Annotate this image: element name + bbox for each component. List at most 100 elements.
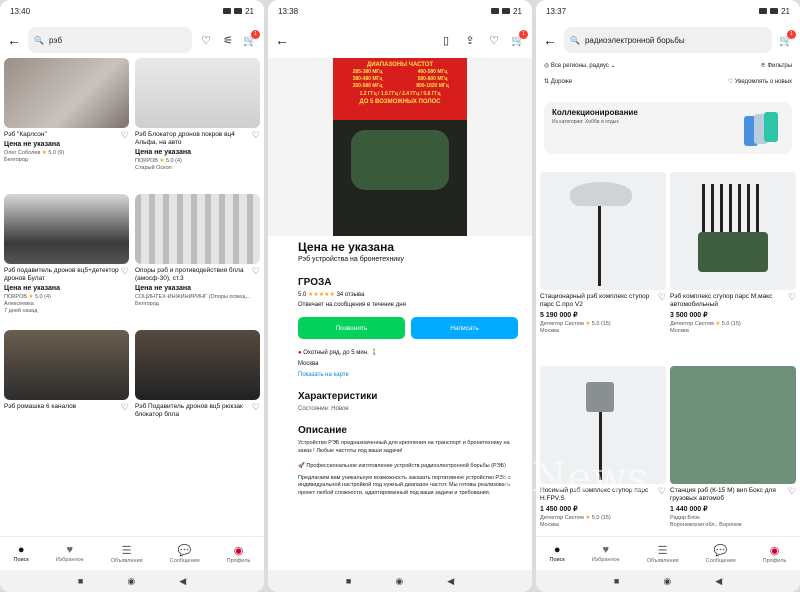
item-seller: Детектор Систем	[670, 321, 714, 327]
heart-icon[interactable]: ♡	[486, 34, 502, 47]
status-time: 13:37	[546, 6, 567, 16]
search-input[interactable]: 🔍 рэб	[28, 27, 192, 53]
recent-apps-icon[interactable]: ■	[346, 576, 351, 586]
system-nav: ■ ◉ ◀	[268, 570, 532, 592]
cart-icon[interactable]: 🛒 1	[510, 29, 528, 47]
nav-profile[interactable]: ◉ Профиль	[763, 544, 787, 564]
favorite-heart-icon[interactable]: ♡	[252, 267, 260, 283]
filter-icon[interactable]: ⚟	[220, 34, 236, 47]
item-title: Рэб "Карлсон"	[4, 131, 47, 138]
item-seller: СОЦИНТЕХ-ИНЖИНИРИНГ (Опоры освещ...	[135, 294, 251, 300]
home-icon[interactable]: ◉	[663, 576, 671, 587]
back-icon[interactable]: ◀	[179, 576, 186, 587]
star-icon: ★	[585, 321, 591, 327]
list-item[interactable]: Опоры рэб и противодействия бпла (амосф-…	[135, 194, 260, 324]
show-map-link[interactable]: Показать на карте	[298, 371, 518, 379]
detail-toolbar: ← ▯ ⇪ ♡ 🛒 1	[268, 22, 532, 58]
item-title: Рэб подавитель дронов вц5+детектор дроно…	[4, 267, 119, 282]
favorite-heart-icon[interactable]: ♡	[658, 487, 666, 503]
list-item[interactable]: Носимый рэб комплекс ступор парс Н.FPV.S…	[540, 366, 666, 536]
search-bar: ← 🔍 рэб ♡ ⚟ 🛒 1	[0, 22, 264, 58]
favorite-heart-icon[interactable]: ♡	[788, 293, 796, 309]
item-price: Цена не указана	[4, 141, 60, 148]
nav-favorites[interactable]: ♥ Избранное	[56, 544, 84, 563]
favorite-heart-icon[interactable]: ♡	[252, 131, 260, 147]
nav-listings[interactable]: ☰ Объявления	[111, 544, 143, 564]
item-photo	[4, 58, 129, 128]
list-item[interactable]: Рэб комплекс ступор парс М.макс автомоби…	[670, 172, 796, 362]
favorite-heart-icon[interactable]: ♡	[121, 131, 129, 140]
photo-gallery[interactable]: ДИАПАЗОНЫ ЧАСТОТ 285-380 МГц 460-580 МГц …	[268, 58, 532, 236]
back-arrow-icon[interactable]: ←	[6, 32, 22, 48]
nav-messages[interactable]: 💬 Сообщения	[706, 544, 736, 564]
category-banner[interactable]: Коллекционирование Из категории: Хобби и…	[544, 102, 792, 154]
favorite-heart-icon[interactable]: ♡	[121, 403, 129, 412]
recent-apps-icon[interactable]: ■	[614, 576, 619, 586]
region-selector[interactable]: ◎ Все регионы, радиус ⌄	[544, 62, 616, 69]
search-icon: 🔍	[570, 35, 580, 45]
list-item[interactable]: Рэб Блокатор дронов покров вц4 Альфа, на…	[135, 58, 260, 188]
item-seller: Детектор Систем	[540, 515, 584, 521]
back-icon[interactable]: ◀	[715, 576, 722, 587]
cart-icon[interactable]: 🛒 1	[778, 29, 796, 47]
search-icon: 🔍	[34, 35, 44, 45]
nav-search[interactable]: ● Поиск	[14, 544, 29, 563]
item-photo	[135, 194, 260, 264]
item-location: Воронежская обл., Воронеж	[670, 522, 742, 528]
list-item[interactable]: Рэб "Карлсон" ♡ Цена не указана Олег Собо…	[4, 58, 129, 188]
cnews-watermark: CNews	[500, 455, 650, 501]
back-arrow-icon[interactable]: ←	[274, 32, 290, 48]
write-button[interactable]: Написать	[411, 317, 518, 339]
item-price: 1 450 000 ₽	[540, 506, 578, 513]
share-icon[interactable]: ⇪	[462, 34, 478, 47]
back-icon[interactable]: ◀	[447, 576, 454, 587]
search-input[interactable]: 🔍 радиоэлектронной борьбы	[564, 27, 772, 53]
item-location: Старый Оскол	[135, 165, 172, 171]
item-title: Стационарный рэб комплекс ступор парс С.…	[540, 293, 650, 308]
notify-button[interactable]: ♡ Уведомлять о новых	[728, 78, 792, 85]
list-item[interactable]: Рэб Подавитель дронов вц5 рюкзак блокато…	[135, 330, 260, 460]
item-seller: Олег Соболев	[4, 150, 41, 156]
recent-apps-icon[interactable]: ■	[78, 576, 83, 586]
item-rating: 5.0	[165, 158, 174, 164]
seller-reviews[interactable]: 34 отзыва	[337, 292, 365, 298]
list-item[interactable]: Рэб подавитель дронов вц5+детектор дроно…	[4, 194, 129, 324]
battery-icon	[770, 8, 779, 14]
filters-button[interactable]: ⚟ Фильтры	[760, 62, 792, 69]
sort-selector[interactable]: ⇅ Дороже	[544, 78, 572, 85]
favorite-heart-icon[interactable]: ♡	[658, 293, 666, 309]
nav-favorites[interactable]: ♥ Избранное	[592, 544, 620, 563]
call-button[interactable]: Позвонить	[298, 317, 405, 339]
screen-listing-detail: 13:38 21 ← ▯ ⇪ ♡ 🛒 1 ДИАПАЗОНЫ ЧАСТОТ 285…	[268, 0, 532, 592]
note-icon[interactable]: ▯	[438, 34, 454, 47]
nav-search[interactable]: ● Поиск	[550, 544, 565, 563]
favorite-heart-icon[interactable]: ♡	[788, 487, 796, 503]
battery-level: 21	[513, 6, 522, 16]
favorite-heart-icon[interactable]: ♡	[121, 267, 129, 283]
screen-search-results-2: 13:37 21 ← 🔍 радиоэлектронной борьбы 🛒 1 ◎…	[536, 0, 800, 592]
item-rating: 5.0	[721, 321, 730, 327]
heart-plus-icon[interactable]: ♡	[198, 34, 214, 47]
favorite-heart-icon[interactable]: ♡	[252, 403, 260, 419]
avatar: ◉	[233, 544, 244, 557]
item-rating: 5.0	[591, 321, 600, 327]
nav-listings[interactable]: ☰ Объявления	[647, 544, 679, 564]
home-icon[interactable]: ◉	[127, 576, 135, 587]
status-time: 13:38	[278, 6, 299, 16]
back-arrow-icon[interactable]: ←	[542, 32, 558, 48]
system-nav: ■ ◉ ◀	[0, 570, 264, 592]
home-icon[interactable]: ◉	[395, 576, 403, 587]
list-item[interactable]: Станция рэб (К-15 М) вип Бокс для грузов…	[670, 366, 796, 536]
list-item[interactable]: Рэб ромашка 6 каналов ♡	[4, 330, 129, 460]
item-photo	[135, 330, 260, 400]
list-item[interactable]: Стационарный рэб комплекс ступор парс С.…	[540, 172, 666, 362]
nav-profile[interactable]: ◉ Профиль	[227, 544, 251, 564]
screen-search-results: 13:40 21 ← 🔍 рэб ♡ ⚟ 🛒 1 Рэб "Карлсон" ♡ Це…	[0, 0, 264, 592]
walk-time: до 5 мин.	[342, 350, 369, 356]
star-icon: ★★★★★	[308, 292, 335, 298]
nav-messages[interactable]: 💬 Сообщения	[170, 544, 200, 564]
seller-name[interactable]: ГРОЗА	[298, 277, 518, 288]
search-value: радиоэлектронной борьбы	[584, 35, 685, 45]
description-text: Устройство РЭБ предназначенный для крепл…	[298, 440, 510, 454]
cart-icon[interactable]: 🛒 1	[242, 29, 260, 47]
